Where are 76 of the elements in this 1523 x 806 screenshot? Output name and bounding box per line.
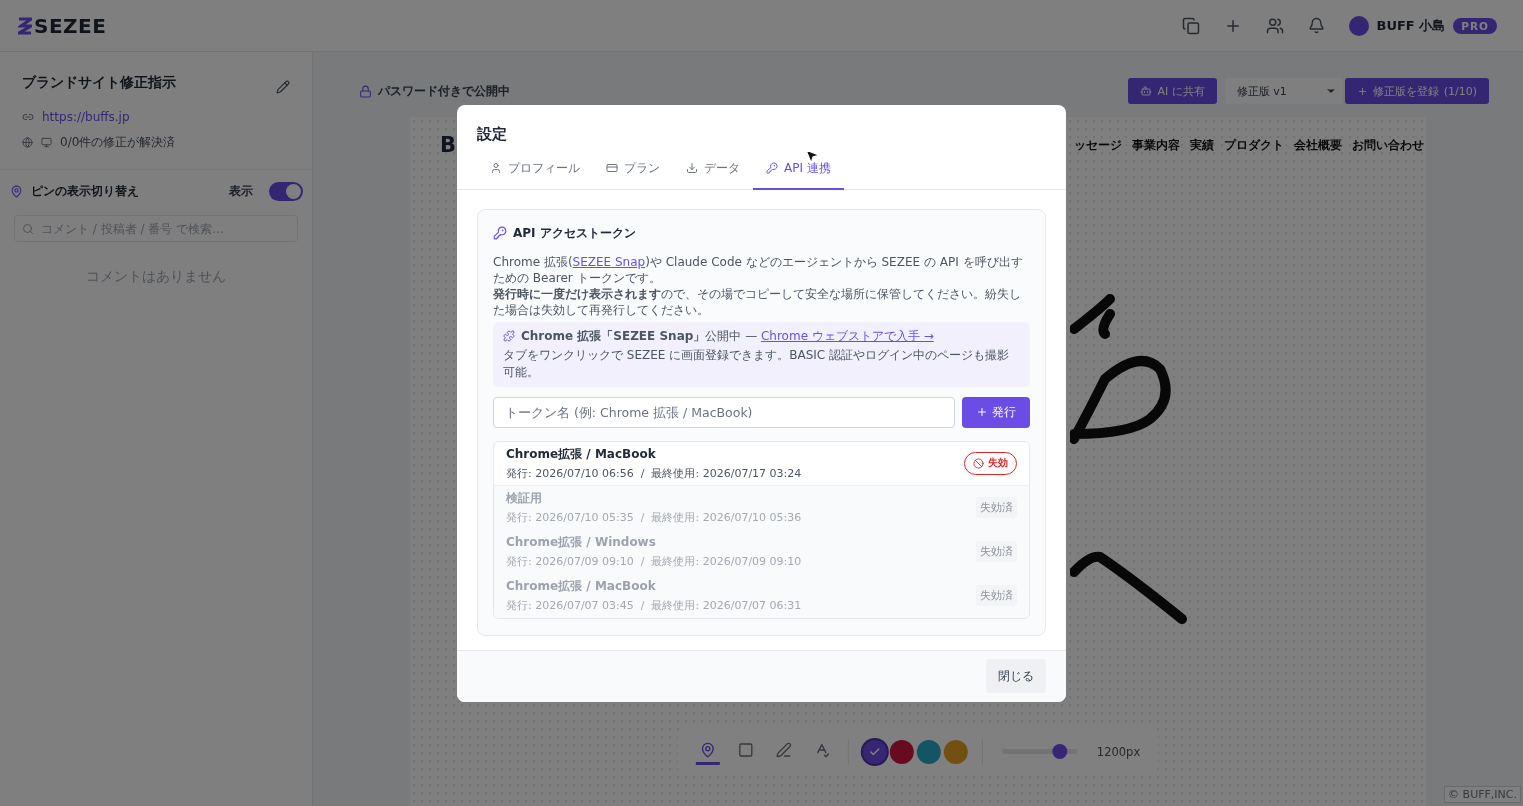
monitor-icon <box>41 137 52 148</box>
issue-button[interactable]: 発行 <box>962 396 1030 428</box>
token-meta: 発行: 2026/07/07 03:45 / 最終使用: 2026/07/07 06:31 <box>506 598 803 613</box>
nav-link[interactable]: 会社概要 <box>1294 137 1342 153</box>
toggle-state-label: 表示 <box>229 183 253 200</box>
notice-headline: Chrome 拡張「SEZEE Snap」公開中 — Chrome ウェブストアで入手 → <box>521 327 934 345</box>
token-meta: 発行: 2026/07/09 09:10 / 最終使用: 2026/07/09 09:10 <box>506 554 803 569</box>
visibility-status: パスワード付きで公開中 <box>378 82 511 100</box>
edit-icon[interactable] <box>276 80 290 94</box>
revoked-label: 失効済 <box>976 541 1017 562</box>
revoked-label: 失効済 <box>976 585 1017 606</box>
avatar[interactable] <box>1348 15 1369 36</box>
ban-icon <box>973 457 984 469</box>
site-link[interactable]: https://buffs.jp <box>42 110 130 124</box>
pin-toggle-label: ピンの表示切り替え <box>31 183 140 200</box>
notice-body: タブをワンクリックで SEZEE に画面登録できます。BASIC 認証やログイン中のページも撮影可能。 <box>503 346 1010 381</box>
nav-link[interactable]: お問い合わせ <box>1352 137 1424 153</box>
size-reading: 1200px <box>1096 744 1141 759</box>
warning-text: 発行時に一度だけ表示されますので、その場でコピーして安全な場所に保管してください。紛失した場合は失効して再発行してください。 <box>493 285 1022 318</box>
token-name: Chrome拡張 / MacBook <box>506 445 657 463</box>
resolved-status: 0/0件の修正が解決済 <box>60 134 176 151</box>
notification-icon[interactable] <box>1307 17 1325 34</box>
share-ai-button[interactable]: AI に共有 <box>1128 78 1217 104</box>
revoked-label: 失効済 <box>976 497 1017 518</box>
nav-link[interactable]: 実績 <box>1190 137 1214 153</box>
token-name: Chrome拡張 / Windows <box>506 534 657 551</box>
webstore-link[interactable]: Chrome ウェブストアで入手 → <box>760 328 934 343</box>
close-button[interactable]: 閉じる <box>986 659 1046 693</box>
robot-icon <box>1140 85 1153 97</box>
lock-icon <box>359 84 372 98</box>
token-name-input[interactable]: トークン名 (例: Chrome 拡張 / MacBook) <box>493 396 955 428</box>
key-icon <box>493 226 507 240</box>
plan-badge: PRO <box>1453 17 1497 34</box>
pin-toggle[interactable] <box>269 182 303 201</box>
tab[interactable]: プロフィール <box>477 159 593 190</box>
section-title: API アクセストークン <box>513 224 636 242</box>
color-swatch[interactable] <box>889 739 914 764</box>
description-text: Chrome 拡張(SEZEE Snap)や Claude Code などのエージェントから SEZEE の API を呼び出すための Bearer トークンです。 <box>493 253 1024 286</box>
site-logo: B <box>440 133 456 157</box>
data-tab-icon <box>686 162 698 174</box>
puzzle-icon <box>503 330 515 342</box>
user-name: BUFF 小島 <box>1376 16 1446 35</box>
users-icon[interactable] <box>1265 16 1284 35</box>
plus-icon <box>1356 85 1368 97</box>
globe-icon <box>22 137 33 148</box>
profile-tab-icon <box>490 162 502 174</box>
color-swatch[interactable] <box>916 739 941 764</box>
sezee-snap-link[interactable]: SEZEE Snap <box>572 254 646 269</box>
revoke-button[interactable]: 失効 <box>964 451 1017 475</box>
nav-link[interactable]: プロダクト <box>1224 137 1284 153</box>
pin-icon <box>10 185 23 198</box>
color-swatch[interactable] <box>862 739 887 764</box>
token-name: Chrome拡張 / MacBook <box>506 578 657 595</box>
plan-tab-icon <box>606 162 618 174</box>
tab[interactable]: プラン <box>593 159 673 190</box>
tab[interactable]: データ <box>673 159 753 190</box>
project-title: ブランドサイト修正指示 <box>22 74 177 92</box>
api-tab-icon <box>766 162 778 174</box>
color-swatch[interactable] <box>943 739 968 764</box>
copyright: © BUFF,INC. <box>1444 786 1521 803</box>
plus-icon <box>976 406 988 418</box>
nav-link[interactable]: 事業内容 <box>1132 137 1180 153</box>
token-name: 検証用 <box>506 490 543 507</box>
version-select[interactable]: 修正版 v1 <box>1224 78 1343 104</box>
register-version-button[interactable]: 修正版を登録 (1/10) <box>1344 78 1489 104</box>
logo-text: SEZEE <box>34 13 107 38</box>
token-meta: 発行: 2026/07/10 05:35 / 最終使用: 2026/07/10 05:36 <box>506 510 803 525</box>
logo-icon <box>18 16 32 35</box>
slider-thumb[interactable] <box>1052 744 1068 759</box>
search-icon <box>22 223 34 235</box>
link-icon <box>22 111 34 123</box>
token-meta: 発行: 2026/07/10 06:56 / 最終使用: 2026/07/17 03:24 <box>506 465 803 481</box>
dialog-title: 設定 <box>476 123 508 144</box>
nav-link[interactable]: ッセージ <box>1074 137 1122 153</box>
windows-icon[interactable] <box>1181 16 1200 35</box>
tab[interactable]: API 連携 <box>753 159 844 190</box>
